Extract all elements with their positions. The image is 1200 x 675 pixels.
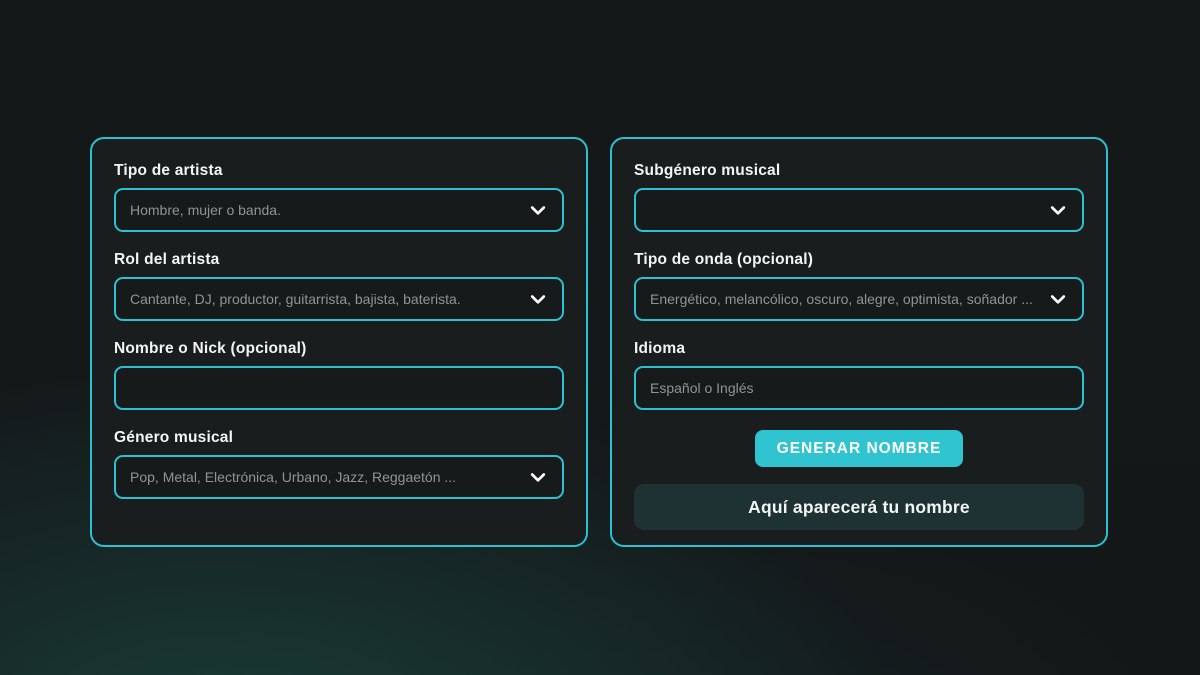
style-form-panel: Subgénero musical Tipo de onda (opcional… <box>610 137 1108 547</box>
artist-form-panel: Tipo de artista Hombre, mujer o banda. R… <box>90 137 588 547</box>
idioma-input[interactable] <box>634 366 1084 410</box>
idioma-label: Idioma <box>634 340 1084 358</box>
chevron-down-icon <box>528 200 548 220</box>
subgenero-musical-select[interactable] <box>634 188 1084 232</box>
generate-button-row: GENERAR NOMBRE <box>634 430 1084 467</box>
genero-musical-placeholder: Pop, Metal, Electrónica, Urbano, Jazz, R… <box>130 469 518 485</box>
tipo-de-artista-label: Tipo de artista <box>114 162 564 180</box>
generar-nombre-button[interactable]: GENERAR NOMBRE <box>755 430 964 467</box>
tipo-de-onda-label: Tipo de onda (opcional) <box>634 251 1084 269</box>
genero-musical-label: Género musical <box>114 429 564 447</box>
field-group-subgenero-musical: Subgénero musical <box>634 162 1084 232</box>
field-group-nombre-o-nick: Nombre o Nick (opcional) <box>114 340 564 410</box>
field-group-tipo-de-artista: Tipo de artista Hombre, mujer o banda. <box>114 162 564 232</box>
rol-del-artista-placeholder: Cantante, DJ, productor, guitarrista, ba… <box>130 291 518 307</box>
field-group-rol-del-artista: Rol del artista Cantante, DJ, productor,… <box>114 251 564 321</box>
chevron-down-icon <box>528 289 548 309</box>
tipo-de-artista-placeholder: Hombre, mujer o banda. <box>130 202 518 218</box>
nombre-o-nick-input[interactable] <box>114 366 564 410</box>
chevron-down-icon <box>528 467 548 487</box>
tipo-de-onda-placeholder: Energético, melancólico, oscuro, alegre,… <box>650 291 1038 307</box>
subgenero-musical-label: Subgénero musical <box>634 162 1084 180</box>
artist-name-generator: Tipo de artista Hombre, mujer o banda. R… <box>0 0 1200 547</box>
nombre-o-nick-label: Nombre o Nick (opcional) <box>114 340 564 358</box>
field-group-tipo-de-onda: Tipo de onda (opcional) Energético, mela… <box>634 251 1084 321</box>
tipo-de-onda-select[interactable]: Energético, melancólico, oscuro, alegre,… <box>634 277 1084 321</box>
genero-musical-select[interactable]: Pop, Metal, Electrónica, Urbano, Jazz, R… <box>114 455 564 499</box>
rol-del-artista-select[interactable]: Cantante, DJ, productor, guitarrista, ba… <box>114 277 564 321</box>
tipo-de-artista-select[interactable]: Hombre, mujer o banda. <box>114 188 564 232</box>
field-group-idioma: Idioma <box>634 340 1084 410</box>
rol-del-artista-label: Rol del artista <box>114 251 564 269</box>
generated-name-result-box: Aquí aparecerá tu nombre <box>634 484 1084 530</box>
chevron-down-icon <box>1048 289 1068 309</box>
field-group-genero-musical: Género musical Pop, Metal, Electrónica, … <box>114 429 564 499</box>
chevron-down-icon <box>1048 200 1068 220</box>
